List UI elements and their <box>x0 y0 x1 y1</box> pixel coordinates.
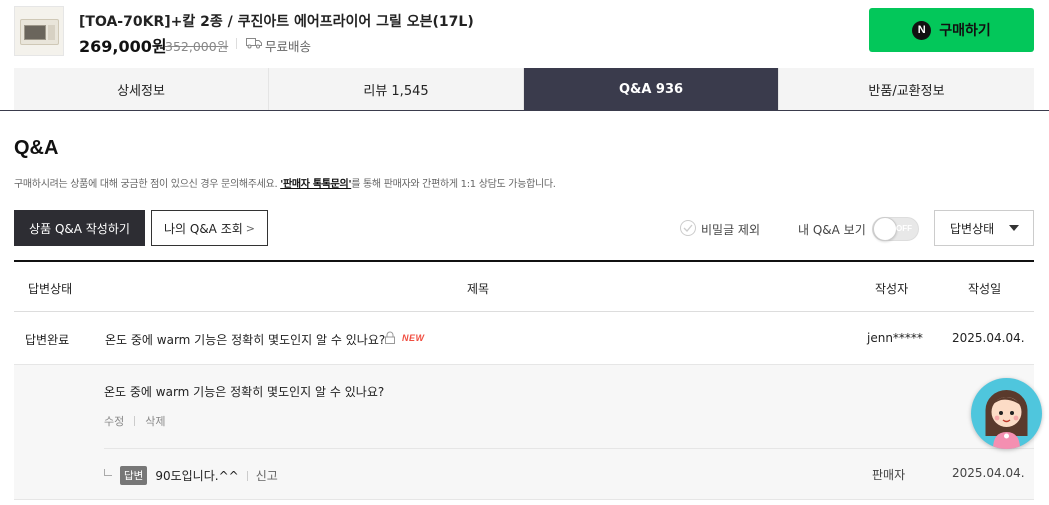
my-qna-button-label: 나의 Q&A 조회 <box>163 221 243 236</box>
table-header: 답변상태 제목 작성자 작성일 <box>14 262 1034 312</box>
edit-button[interactable]: 수정 <box>104 413 124 429</box>
my-qna-button[interactable]: 나의 Q&A 조회 > <box>151 210 268 246</box>
seller-talk-link[interactable]: '판매자 톡톡문의' <box>280 179 351 190</box>
header-date: 작성일 <box>968 282 1002 296</box>
my-qna-view-label: 내 Q&A 보기 <box>798 223 866 237</box>
naver-icon: N <box>912 20 932 40</box>
new-badge: NEW <box>402 333 425 343</box>
row-status: 답변완료 <box>25 333 70 347</box>
answer-status-select-value: 답변상태 <box>950 221 995 236</box>
product-tabs: 상세정보 리뷰 1,545 Q&A 936 반품/교환정보 <box>14 68 1034 110</box>
tab-reviews[interactable]: 리뷰 1,545 <box>269 68 524 110</box>
detail-question: 온도 중에 warm 기능은 정확히 몇도인지 알 수 있나요? <box>104 385 385 399</box>
oven-icon <box>20 19 59 45</box>
answer-badge: 답변 <box>120 466 148 485</box>
product-title: [TOA-70KR]+칼 2종 / 쿠진아트 에어프라이어 그릴 오븐(17L) <box>79 14 474 30</box>
detail-actions: 수정 삭제 <box>104 413 166 429</box>
row-date: 2025.04.04. <box>952 331 1025 345</box>
lock-icon <box>385 331 395 344</box>
delete-button[interactable]: 삭제 <box>145 413 165 429</box>
row-writer: jenn***** <box>867 331 923 345</box>
avatar-icon <box>985 390 1028 449</box>
header-writer: 작성자 <box>875 282 909 296</box>
exclude-secret-checkbox[interactable] <box>680 220 696 236</box>
row-subject[interactable]: 온도 중에 warm 기능은 정확히 몇도인지 알 수 있나요? <box>105 331 385 348</box>
divider <box>0 110 1049 111</box>
qa-description: 구매하시려는 상품에 대해 궁금한 점이 있으신 경우 문의해주세요. '판매자… <box>14 175 556 190</box>
tab-detail[interactable]: 상세정보 <box>14 68 269 110</box>
answer-row: 답변 90도입니다.^^ 신고 <box>104 466 278 485</box>
exclude-secret-label: 비밀글 제외 <box>701 223 761 237</box>
qa-description-text-end: 를 통해 판매자와 간편하게 1:1 상담도 가능합니다. <box>351 179 556 190</box>
shipping-info: 무료배송 <box>265 39 312 54</box>
question-detail: 온도 중에 warm 기능은 정확히 몇도인지 알 수 있나요? 수정 삭제 답… <box>14 365 1034 499</box>
caret-down-icon <box>1009 225 1019 231</box>
table-row[interactable]: 답변완료 온도 중에 warm 기능은 정확히 몇도인지 알 수 있나요? NE… <box>14 313 1034 365</box>
write-qna-button[interactable]: 상품 Q&A 작성하기 <box>14 210 145 246</box>
answer-status-select[interactable]: 답변상태 <box>934 210 1034 246</box>
product-header: [TOA-70KR]+칼 2종 / 쿠진아트 에어프라이어 그릴 오븐(17L)… <box>0 0 1049 64</box>
header-subject: 제목 <box>467 282 490 296</box>
product-original-price: 352,000원 <box>165 39 229 54</box>
product-price: 269,000원 <box>79 37 167 56</box>
page-title: Q&A <box>14 137 59 159</box>
qa-description-text: 구매하시려는 상품에 대해 궁금한 점이 있으신 경우 문의해주세요. <box>14 179 281 190</box>
chatbot-avatar[interactable] <box>971 378 1042 449</box>
product-thumbnail[interactable] <box>14 6 64 56</box>
toggle-knob <box>873 217 897 241</box>
answer-text: 90도입니다.^^ <box>155 469 239 483</box>
reply-arrow-icon <box>104 469 112 476</box>
tab-return-exchange[interactable]: 반품/교환정보 <box>779 68 1034 110</box>
toggle-state: OFF <box>896 224 912 233</box>
my-qna-toggle[interactable]: OFF <box>872 217 919 241</box>
divider <box>14 499 1034 500</box>
answer-writer: 판매자 <box>872 468 906 482</box>
report-button[interactable]: 신고 <box>256 467 278 484</box>
chevron-right-icon: > <box>245 221 256 235</box>
answer-date: 2025.04.04. <box>952 466 1025 480</box>
divider <box>104 448 1034 449</box>
truck-icon <box>246 38 262 49</box>
buy-button[interactable]: N 구매하기 <box>869 8 1034 52</box>
tab-qna[interactable]: Q&A 936 <box>524 68 779 110</box>
check-icon <box>683 224 693 232</box>
header-status: 답변상태 <box>28 282 73 296</box>
divider <box>236 38 237 49</box>
buy-button-label: 구매하기 <box>939 23 991 39</box>
